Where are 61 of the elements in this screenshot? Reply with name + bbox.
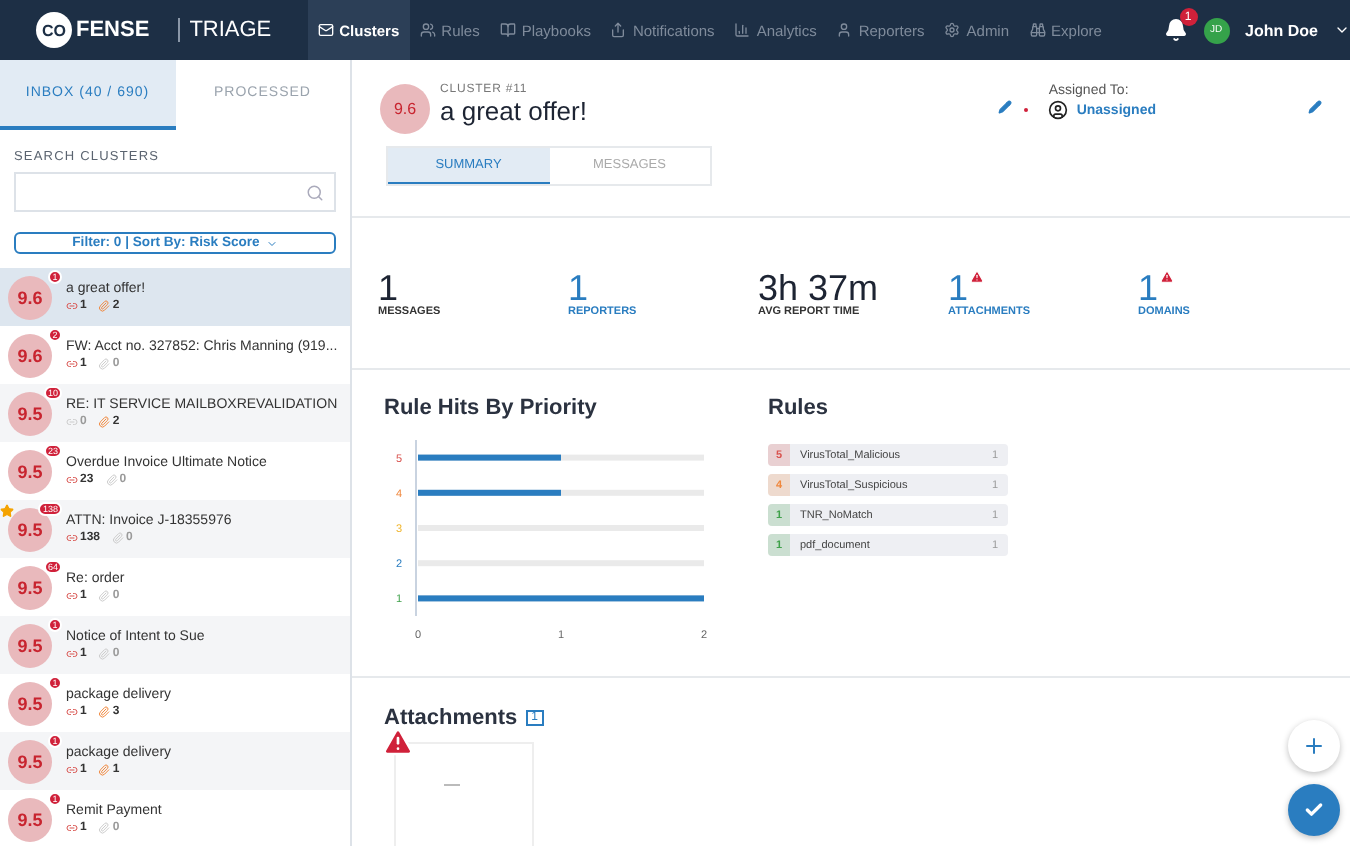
caret-icon (265, 237, 278, 249)
risk-score: 9.6 (380, 84, 430, 134)
share-icon (610, 22, 627, 38)
stat-value: 3h 37m (758, 269, 881, 305)
paperclip-icon (98, 648, 111, 660)
link-icon (66, 532, 78, 544)
risk-score: 9.5 (8, 623, 52, 667)
search-icon (306, 183, 324, 201)
risk-score: 9.6 (8, 333, 52, 377)
section-title: Rule Hits By Priority (384, 396, 599, 420)
mail-icon (317, 22, 334, 38)
stat-value[interactable]: 1 (1138, 269, 1328, 305)
user-name[interactable]: John Doe (1245, 21, 1318, 39)
cluster-title: a great offer! (440, 96, 587, 126)
settings-icon (944, 22, 961, 38)
paperclip-icon (105, 474, 118, 486)
link-icon (66, 822, 78, 834)
link-icon (66, 648, 78, 660)
link-icon (66, 300, 78, 312)
risk-score: 9.5 (8, 797, 52, 841)
paperclip-icon (98, 300, 111, 312)
product-name: TRIAGE (177, 18, 272, 42)
risk-score: 9.5 (8, 681, 52, 725)
paperclip-icon (98, 822, 111, 834)
paperclip-icon (98, 764, 111, 776)
paperclip-icon (112, 532, 125, 544)
caret-icon[interactable] (1334, 22, 1350, 38)
search-field[interactable] (14, 172, 336, 212)
confirm-button[interactable] (1288, 784, 1340, 836)
edit-icon[interactable] (998, 100, 1013, 114)
bar-chart-icon (734, 22, 751, 38)
edit-icon[interactable] (1308, 100, 1322, 114)
link-icon (66, 590, 78, 602)
risk-score: 9.6 (8, 275, 52, 319)
link-icon (66, 764, 78, 776)
stat-value[interactable]: 1 (948, 269, 1138, 305)
link-icon (66, 706, 78, 718)
plus-icon (1302, 734, 1326, 758)
notification-icon[interactable] (1163, 18, 1188, 42)
risk-score: 9.5 (8, 739, 52, 783)
binoculars-icon (1029, 22, 1046, 38)
stat-value: 1 (378, 269, 399, 305)
bar (418, 454, 561, 461)
link-icon (66, 358, 78, 370)
people-icon (419, 22, 436, 38)
check-icon (1304, 800, 1324, 820)
link-icon (66, 474, 78, 486)
logo: CO FENSE (36, 12, 150, 48)
link-icon (66, 416, 78, 428)
user-icon (836, 22, 853, 38)
paperclip-icon (98, 706, 111, 718)
user-icon (1048, 100, 1069, 120)
stat-value[interactable]: 1 (568, 269, 758, 305)
book-icon (499, 22, 516, 38)
bar (418, 489, 561, 496)
paperclip-icon (98, 416, 111, 428)
paperclip-icon (98, 358, 111, 370)
section-title: Attachments (384, 706, 518, 730)
add-button[interactable] (1288, 720, 1340, 772)
section-title: Rules (768, 396, 830, 420)
paperclip-icon (98, 590, 111, 602)
